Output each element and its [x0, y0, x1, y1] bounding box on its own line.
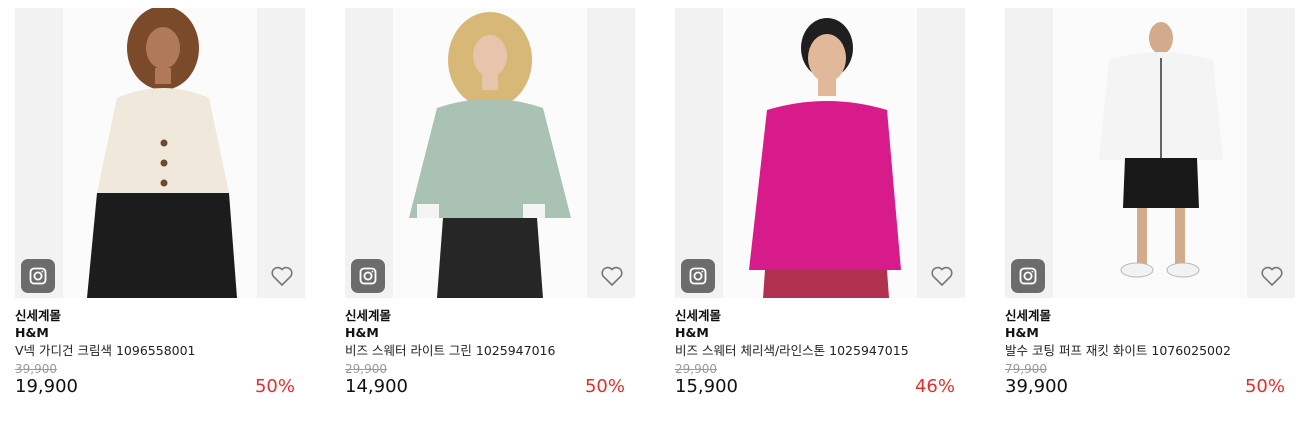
discount-rate: 46% [914, 376, 955, 397]
price-row: 19,900 50% [15, 376, 305, 400]
mall-name: 신세계몰 [345, 308, 392, 323]
bottom-garment [763, 270, 889, 298]
original-price: 29,900 [675, 362, 717, 376]
brand-name: H&M [675, 325, 709, 340]
camera-icon [359, 267, 377, 285]
product-grid: 신세계몰 H&M V넥 가디건 크림색 1096558001 39,900 19… [0, 0, 1306, 444]
original-price: 29,900 [345, 362, 387, 376]
discount-rate: 50% [584, 376, 625, 397]
product-info: 신세계몰 H&M V넥 가디건 크림색 1096558001 39,900 19… [15, 298, 305, 400]
product-info: 신세계몰 H&M 비즈 스웨터 라이트 그린 1025947016 29,900… [345, 298, 635, 400]
model-illustration [1099, 22, 1223, 278]
product-title[interactable]: 비즈 스웨터 체리색/라인스톤 1025947015 [675, 342, 965, 361]
original-price: 79,900 [1005, 362, 1047, 376]
product-info: 신세계몰 H&M 비즈 스웨터 체리색/라인스톤 1025947015 29,9… [675, 298, 965, 400]
heart-icon [271, 266, 293, 286]
camera-icon [29, 267, 47, 285]
product-card[interactable]: 신세계몰 H&M 비즈 스웨터 라이트 그린 1025947016 29,900… [345, 8, 635, 400]
mall-name: 신세계몰 [1005, 308, 1052, 323]
sale-price: 14,900 [345, 376, 408, 397]
bottom-garment [1123, 158, 1199, 208]
camera-icon [689, 267, 707, 285]
product-info: 신세계몰 H&M 발수 코팅 퍼프 재킷 화이트 1076025002 79,9… [1005, 298, 1295, 400]
sale-price: 39,900 [1005, 376, 1068, 397]
wishlist-button[interactable] [929, 264, 955, 288]
price-row: 39,900 50% [1005, 376, 1295, 400]
mall-name: 신세계몰 [15, 308, 62, 323]
bottom-garment [437, 218, 543, 298]
brand-name: H&M [1005, 325, 1039, 340]
wishlist-button[interactable] [599, 264, 625, 288]
product-card[interactable]: 신세계몰 H&M 발수 코팅 퍼프 재킷 화이트 1076025002 79,9… [1005, 8, 1295, 400]
brand-name: H&M [345, 325, 379, 340]
product-title[interactable]: V넥 가디건 크림색 1096558001 [15, 342, 305, 361]
discount-rate: 50% [254, 376, 295, 397]
camera-search-button[interactable] [681, 259, 715, 293]
brand-name: H&M [15, 325, 49, 340]
model-illustration [87, 8, 237, 298]
wishlist-button[interactable] [1259, 264, 1285, 288]
camera-search-button[interactable] [351, 259, 385, 293]
product-image[interactable] [345, 8, 635, 298]
price-row: 15,900 46% [675, 376, 965, 400]
product-card[interactable]: 신세계몰 H&M 비즈 스웨터 체리색/라인스톤 1025947015 29,9… [675, 8, 965, 400]
product-title[interactable]: 비즈 스웨터 라이트 그린 1025947016 [345, 342, 635, 361]
camera-search-button[interactable] [21, 259, 55, 293]
camera-search-button[interactable] [1011, 259, 1045, 293]
mall-name: 신세계몰 [675, 308, 722, 323]
wishlist-button[interactable] [269, 264, 295, 288]
garment [409, 99, 571, 218]
bottom-garment [87, 193, 237, 298]
product-title[interactable]: 발수 코팅 퍼프 재킷 화이트 1076025002 [1005, 342, 1295, 361]
heart-icon [1261, 266, 1283, 286]
garment [749, 101, 901, 270]
model-illustration [749, 18, 901, 298]
sale-price: 19,900 [15, 376, 78, 397]
price-row: 14,900 50% [345, 376, 635, 400]
product-image[interactable] [1005, 8, 1295, 298]
product-card[interactable]: 신세계몰 H&M V넥 가디건 크림색 1096558001 39,900 19… [15, 8, 305, 400]
camera-icon [1019, 267, 1037, 285]
product-image[interactable] [15, 8, 305, 298]
model-illustration [409, 12, 571, 298]
sale-price: 15,900 [675, 376, 738, 397]
heart-icon [931, 266, 953, 286]
original-price: 39,900 [15, 362, 57, 376]
heart-icon [601, 266, 623, 286]
product-image[interactable] [675, 8, 965, 298]
discount-rate: 50% [1244, 376, 1285, 397]
